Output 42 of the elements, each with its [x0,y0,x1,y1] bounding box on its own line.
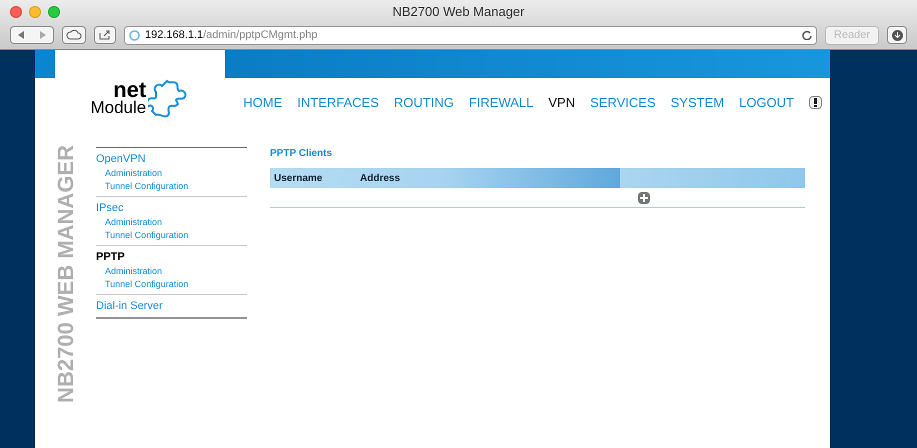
sidebar-item[interactable]: Dial-in Server [96,298,247,314]
nav-link[interactable]: HOME [243,93,282,112]
sidebar-item[interactable]: OpenVPN [96,151,247,167]
sidebar-subitem[interactable]: Tunnel Configuration [96,180,247,193]
section-title: PPTP Clients [270,147,334,161]
logo-text: Module [90,100,146,116]
address-bar[interactable]: 192.168.1.1/admin/pptpCMgmt.php [124,26,817,44]
zoom-button[interactable] [48,6,60,18]
page-url: 192.168.1.1/admin/pptpCMgmt.php [145,28,318,43]
share-icon [99,30,111,40]
header-band [35,50,56,78]
nav-link[interactable]: LOGOUT [739,93,794,112]
nav-link[interactable]: INTERFACES [297,93,379,112]
reload-icon [802,30,812,40]
sidebar-subitem[interactable]: Administration [96,216,247,229]
nav-link[interactable]: FIREWALL [468,93,534,112]
sidebar-item[interactable]: IPsec [96,200,247,216]
downloads-button[interactable] [887,26,907,44]
sidebar-subitem[interactable]: Administration [96,167,247,180]
add-button[interactable] [638,192,650,204]
close-button[interactable] [10,6,22,18]
back-forward-button[interactable] [10,26,54,44]
back-icon [18,31,25,39]
alert-icon[interactable] [809,96,822,110]
sidebar-item[interactable]: PPTP [96,249,247,265]
column-header: Username [273,172,324,186]
nav-link[interactable]: VPN [548,93,576,112]
cloud-icon [66,30,82,40]
nav-link[interactable]: SERVICES [590,93,656,112]
sidebar-subitem[interactable]: Tunnel Configuration [96,229,247,242]
forward-icon [39,31,46,39]
column-header: Address [360,172,400,186]
window-title: NB2700 Web Manager [392,3,524,22]
share-button[interactable] [94,26,116,44]
nav-link[interactable]: SYSTEM [670,93,724,112]
sidebar-subitem[interactable]: Administration [96,265,247,278]
download-icon [892,30,902,40]
icloud-button[interactable] [62,26,86,44]
sidebar-subitem[interactable]: Tunnel Configuration [96,278,247,291]
nav-link[interactable]: ROUTING [394,93,454,112]
side-title: NB2700 WEB MANAGER [52,145,79,403]
logo-text: net [113,80,146,100]
